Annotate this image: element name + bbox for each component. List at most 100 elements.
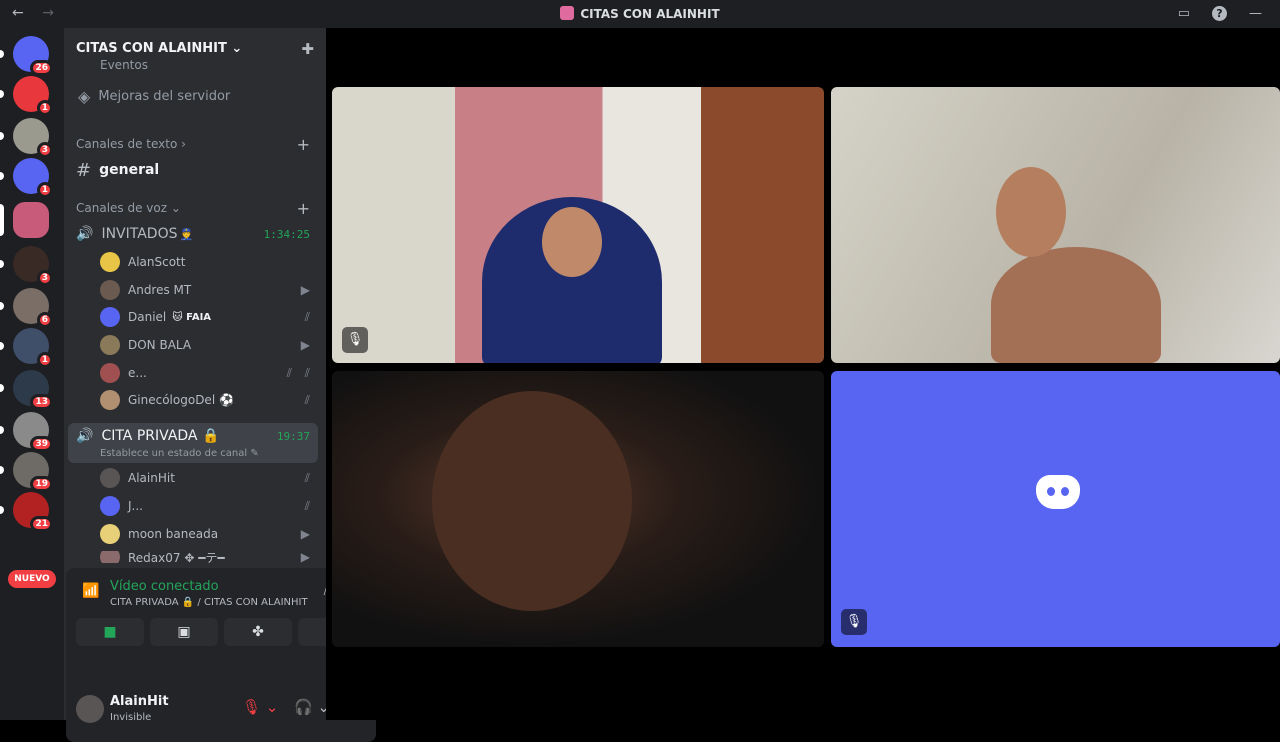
unread-pill bbox=[0, 260, 4, 268]
minimize-button[interactable]: — bbox=[1249, 6, 1262, 21]
mention-badge: 1 bbox=[36, 352, 53, 368]
voice-user[interactable]: Daniel 🐱 FAIA ⫽ bbox=[64, 307, 326, 327]
text-category-label: Canales de texto › bbox=[76, 137, 186, 151]
mention-badge: 3 bbox=[36, 142, 53, 158]
speaker-icon: 🔊 bbox=[76, 226, 94, 242]
server-icon-7[interactable]: 1 bbox=[0, 328, 53, 368]
video-face bbox=[542, 207, 602, 277]
voice-user[interactable]: J... ⫽ bbox=[64, 496, 326, 516]
muted-icon: ⫽ bbox=[304, 392, 310, 407]
unread-pill bbox=[0, 302, 4, 310]
voice-user[interactable]: Redax07 ✥ ━テ━ ▶ bbox=[64, 551, 326, 563]
screen-share-button[interactable]: ▣ bbox=[150, 618, 218, 646]
discord-logo-icon bbox=[1036, 475, 1080, 509]
server-boosts-item[interactable]: ◈ Mejoras del servidor bbox=[64, 85, 326, 107]
avatar bbox=[100, 524, 120, 544]
mention-badge: 13 bbox=[30, 394, 53, 410]
username[interactable]: AlainHit bbox=[110, 694, 169, 709]
boost-icon: ◈ bbox=[78, 86, 91, 106]
invite-people-icon[interactable]: ✚ bbox=[301, 40, 314, 58]
voice-user[interactable]: DON BALA ▶ bbox=[64, 335, 326, 355]
police-icon: 👮 bbox=[179, 227, 194, 241]
camera-icon: ▶ bbox=[300, 527, 310, 541]
activities-button[interactable]: ✤ bbox=[224, 618, 292, 646]
mention-badge: 19 bbox=[30, 476, 53, 492]
mic-muted-icon: 🎙 bbox=[841, 609, 867, 635]
server-icon-11[interactable]: 21 bbox=[0, 492, 53, 532]
titlebar-actions: ▭ ? — bbox=[1178, 6, 1262, 21]
voice-user[interactable]: AlanScott bbox=[64, 252, 326, 272]
avatar[interactable] bbox=[76, 695, 104, 723]
server-icon-2[interactable]: 3 bbox=[0, 118, 53, 158]
unread-pill bbox=[0, 426, 4, 434]
user-status: Invisible bbox=[110, 712, 152, 723]
camera-icon: ▶ bbox=[300, 283, 310, 297]
voice-channel-cita-privada[interactable]: 🔊 CITA PRIVADA 🔒 19:37 bbox=[64, 426, 326, 446]
mention-badge: 21 bbox=[30, 516, 53, 532]
voice-channel-name: CITA PRIVADA 🔒 bbox=[101, 428, 220, 444]
mention-badge: 6 bbox=[36, 312, 53, 328]
avatar bbox=[100, 363, 120, 383]
video-tile-4[interactable]: 🎙 bbox=[831, 371, 1280, 647]
voice-user-name: Redax07 ✥ ━テ━ bbox=[128, 551, 225, 563]
voice-user[interactable]: e... ⫽ ⫽ bbox=[64, 363, 326, 383]
voice-user[interactable]: moon baneada ▶ bbox=[64, 524, 326, 544]
window-title-text: CITAS CON ALAINHIT bbox=[580, 7, 720, 21]
avatar bbox=[100, 252, 120, 272]
server-icon-6[interactable]: 6 bbox=[0, 288, 53, 328]
server-icon-4[interactable] bbox=[0, 202, 49, 238]
muted-icon: ⫽ bbox=[304, 365, 310, 380]
user-tag: 🐱 FAIA bbox=[172, 311, 212, 323]
voice-user-name: AlanScott bbox=[128, 255, 186, 269]
muted-icon: ⫽ bbox=[286, 365, 292, 380]
server-icon-3[interactable]: 1 bbox=[0, 158, 53, 198]
mic-muted-icon[interactable]: 🎙 ⌄ bbox=[242, 698, 278, 716]
unread-pill bbox=[0, 172, 4, 180]
avatar bbox=[100, 496, 120, 516]
muted-icon: ⫽ bbox=[304, 470, 310, 485]
new-unreads-badge[interactable]: NUEVO bbox=[8, 570, 56, 588]
server-icon-0[interactable]: 26 bbox=[0, 36, 53, 76]
channel-status-text: Establece un estado de canal ✎ bbox=[100, 447, 259, 459]
avatar bbox=[100, 468, 120, 488]
server-icon-8[interactable]: 13 bbox=[0, 370, 53, 410]
avatar bbox=[100, 390, 120, 410]
video-tile-2[interactable] bbox=[831, 87, 1280, 363]
voice-status-subtitle[interactable]: CITA PRIVADA 🔒 / CITAS CON ALAINHIT bbox=[110, 597, 308, 608]
server-icon-10[interactable]: 19 bbox=[0, 452, 53, 492]
mention-badge: 3 bbox=[36, 270, 53, 286]
create-voice-channel-icon[interactable]: + bbox=[297, 199, 310, 218]
avatar bbox=[100, 307, 120, 327]
mention-badge: 1 bbox=[36, 182, 53, 198]
camera-button[interactable]: ■ bbox=[76, 618, 144, 646]
voice-status-title[interactable]: Vídeo conectado bbox=[110, 579, 219, 594]
server-icon-9[interactable]: 39 bbox=[0, 412, 53, 452]
create-text-channel-icon[interactable]: + bbox=[297, 135, 310, 154]
inbox-icon[interactable]: ▭ bbox=[1178, 6, 1190, 21]
camera-icon: ▶ bbox=[300, 338, 310, 352]
voice-user[interactable]: AlainHit ⫽ bbox=[64, 468, 326, 488]
title-bar: ← → CITAS CON ALAINHIT ▭ ? — bbox=[0, 0, 1280, 28]
voice-user[interactable]: Andres MT ▶ bbox=[64, 280, 326, 300]
voice-user-name: Daniel bbox=[128, 310, 167, 324]
help-icon[interactable]: ? bbox=[1212, 6, 1227, 21]
voice-user-name: GinecólogoDel ⚽ bbox=[128, 393, 234, 407]
video-tile-3[interactable] bbox=[332, 371, 824, 647]
voice-channel-invitados[interactable]: 🔊 INVITADOS 👮 1:34:25 bbox=[64, 223, 326, 245]
voice-user[interactable]: GinecólogoDel ⚽ ⫽ bbox=[64, 390, 326, 410]
events-label: Eventos bbox=[100, 58, 148, 72]
events-item[interactable]: Eventos bbox=[64, 58, 326, 72]
voice-category[interactable]: Canales de voz ⌄ + bbox=[64, 199, 326, 218]
server-icon-1[interactable]: 1 bbox=[0, 76, 53, 116]
voice-user-name: J... bbox=[128, 499, 143, 513]
hash-icon: # bbox=[76, 159, 92, 181]
server-rail: 26 1 3 1 3 6 1 13 39 19 21 NUEVO bbox=[0, 28, 64, 720]
headphones-icon[interactable]: 🎧 ⌄ bbox=[294, 698, 330, 716]
channel-general[interactable]: # general bbox=[64, 159, 326, 181]
avatar bbox=[100, 280, 120, 300]
server-icon-5[interactable]: 3 bbox=[0, 246, 53, 286]
video-tile-1[interactable]: 🎙 bbox=[332, 87, 824, 363]
text-category[interactable]: Canales de texto › + bbox=[64, 135, 326, 154]
channel-status[interactable]: Establece un estado de canal ✎ bbox=[64, 446, 326, 460]
channel-general-label: general bbox=[99, 162, 160, 178]
